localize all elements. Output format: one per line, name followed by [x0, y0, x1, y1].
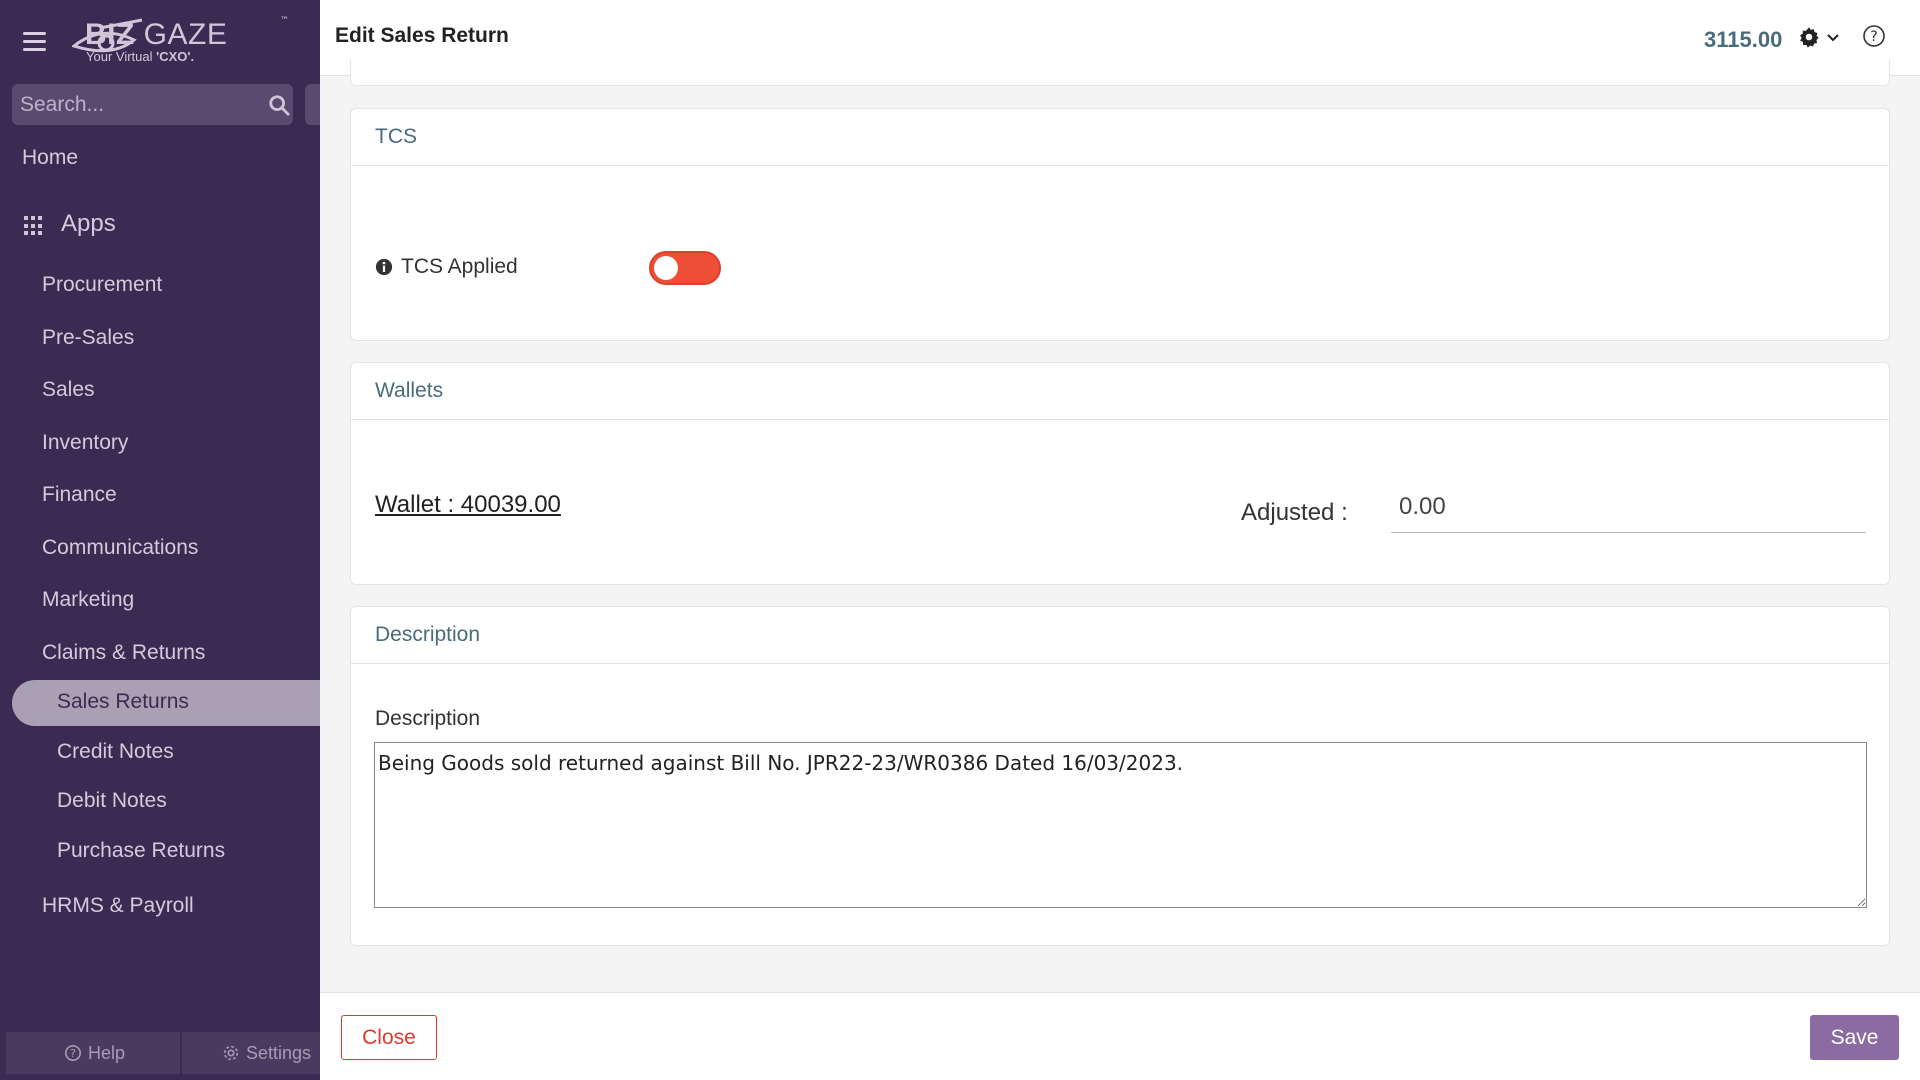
- search-icon[interactable]: [268, 94, 290, 116]
- apps-grid-icon: [24, 216, 44, 236]
- tcs-applied-toggle[interactable]: [649, 251, 721, 285]
- wallets-card: Wallets Wallet : 40039.00 Adjusted :: [350, 362, 1890, 585]
- sidebar: BIZ GAZE ™ Your Virtual 'CXO'. Home Apps…: [0, 0, 320, 1080]
- search-input[interactable]: [20, 84, 250, 125]
- sidebar-item-marketing[interactable]: Marketing: [42, 588, 134, 612]
- chevron-down-icon: [1827, 34, 1839, 42]
- logo-text: BIZ GAZE: [85, 18, 228, 51]
- help-circle-icon[interactable]: ?: [1862, 24, 1886, 48]
- toggle-knob: [654, 256, 678, 280]
- sidebar-item-procurement[interactable]: Procurement: [42, 273, 162, 297]
- help-label: Help: [88, 1042, 126, 1063]
- form-footer: Close Save: [320, 992, 1920, 1080]
- description-card: Description Description Being Goods sold…: [350, 606, 1890, 946]
- search-box: [12, 84, 293, 125]
- sidebar-item-finance[interactable]: Finance: [42, 483, 117, 507]
- description-card-heading: Description: [351, 607, 1889, 664]
- gear-icon: [1800, 27, 1819, 48]
- wallet-balance-link[interactable]: Wallet : 40039.00: [375, 491, 561, 519]
- sidebar-item-sales[interactable]: Sales: [42, 378, 95, 402]
- sidebar-item-home[interactable]: Home: [22, 146, 78, 170]
- sidebar-item-communications[interactable]: Communications: [42, 536, 198, 560]
- adjusted-label: Adjusted :: [1241, 499, 1348, 526]
- settings-button[interactable]: Settings: [222, 1032, 311, 1074]
- description-textarea[interactable]: Being Goods sold returned against Bill N…: [374, 742, 1867, 908]
- logo-tagline: Your Virtual 'CXO'.: [86, 49, 195, 64]
- sidebar-subitem-debit-notes[interactable]: Debit Notes: [57, 789, 167, 813]
- question-circle-icon: ?: [64, 1044, 82, 1062]
- sidebar-subitem-sales-returns[interactable]: Sales Returns: [57, 690, 189, 714]
- sidebar-item-hrms-payroll[interactable]: HRMS & Payroll: [42, 894, 194, 918]
- help-button[interactable]: ? Help: [64, 1032, 125, 1074]
- tcs-card: TCS TCS Applied: [350, 108, 1890, 341]
- close-button[interactable]: Close: [341, 1015, 437, 1060]
- sidebar-item-pre-sales[interactable]: Pre-Sales: [42, 326, 134, 350]
- tcs-applied-label: TCS Applied: [401, 255, 518, 278]
- sidebar-item-inventory[interactable]: Inventory: [42, 431, 128, 455]
- total-amount: 3115.00: [1704, 27, 1783, 52]
- svg-text:?: ?: [1870, 29, 1877, 45]
- search-side-button[interactable]: [305, 84, 320, 125]
- sidebar-subitem-credit-notes[interactable]: Credit Notes: [57, 740, 174, 764]
- sidebar-footer: ? Help Settings: [6, 1032, 320, 1074]
- logo-trademark: ™: [280, 16, 289, 26]
- sidebar-item-apps[interactable]: Apps: [61, 210, 116, 238]
- wallets-card-heading: Wallets: [351, 363, 1889, 420]
- tcs-card-heading: TCS: [351, 109, 1889, 166]
- settings-dropdown[interactable]: [1798, 26, 1840, 48]
- gear-outline-icon: [223, 1045, 239, 1061]
- tcs-applied-row: TCS Applied: [375, 255, 518, 279]
- sidebar-subitem-purchase-returns[interactable]: Purchase Returns: [57, 839, 225, 863]
- footer-divider: [180, 1032, 182, 1074]
- description-field-label: Description: [375, 707, 481, 730]
- hamburger-menu-icon[interactable]: [23, 32, 46, 52]
- adjusted-input[interactable]: [1391, 481, 1866, 533]
- previous-section-card-bottom: [350, 60, 1890, 86]
- settings-label: Settings: [246, 1042, 312, 1063]
- page-title: Edit Sales Return: [335, 24, 509, 47]
- save-button[interactable]: Save: [1810, 1015, 1899, 1060]
- sidebar-item-claims-returns[interactable]: Claims & Returns: [42, 641, 205, 665]
- svg-text:?: ?: [70, 1047, 76, 1060]
- info-icon[interactable]: [375, 258, 393, 276]
